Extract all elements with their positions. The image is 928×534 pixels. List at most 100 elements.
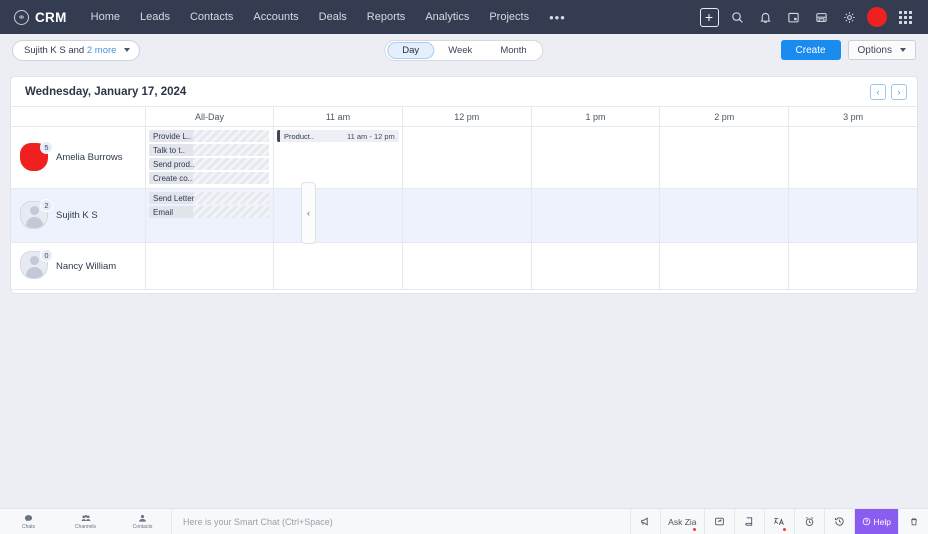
search-button[interactable] (724, 4, 750, 30)
time-slot-1pm[interactable] (530, 243, 660, 289)
all-day-cell[interactable] (145, 243, 273, 289)
smart-chat-input[interactable]: Here is your Smart Chat (Ctrl+Space) (171, 508, 630, 534)
column-header-12pm: 12 pm (401, 107, 531, 126)
notes-button[interactable] (733, 508, 764, 534)
all-day-event[interactable]: Send Letter (149, 192, 269, 204)
all-day-event[interactable]: Provide L.. (149, 130, 269, 142)
view-tab-month[interactable]: Month (486, 42, 540, 59)
save-button[interactable] (808, 4, 834, 30)
previous-day-button[interactable]: ‹ (870, 83, 886, 100)
avatar-wrapper: 5 (20, 140, 53, 173)
time-slot-2pm[interactable] (659, 189, 788, 242)
avatar (867, 7, 887, 27)
time-slot-12pm[interactable] (401, 189, 531, 242)
user-filter-more-link[interactable]: 2 more (87, 45, 117, 56)
all-day-event[interactable]: Email (149, 206, 269, 218)
apps-button[interactable] (892, 4, 918, 30)
nav-item-home[interactable]: Home (81, 0, 130, 34)
view-tab-week[interactable]: Week (434, 42, 486, 59)
time-slot-2pm[interactable] (659, 243, 788, 289)
time-slot-1pm[interactable] (530, 127, 660, 188)
calendar-event[interactable]: Product.. 11 am - 12 pm (277, 130, 399, 142)
alarm-button[interactable] (793, 508, 824, 534)
nav-item-analytics[interactable]: Analytics (415, 0, 479, 34)
share-icon (714, 517, 724, 526)
trash-button[interactable] (898, 508, 928, 534)
brand-logo[interactable]: ⚭ CRM (14, 9, 67, 25)
calendar-toolbar: Sujith K S and 2 more Day Week Month Cre… (0, 34, 928, 66)
help-label: Help (873, 516, 891, 527)
table-row: 2 Sujith K S Send Letter Email (11, 189, 917, 243)
channels-button[interactable]: Channels (57, 509, 114, 534)
time-slot-11am[interactable] (273, 189, 402, 242)
time-slot-3pm[interactable] (788, 189, 917, 242)
time-slot-3pm[interactable] (788, 127, 917, 188)
user-filter-dropdown[interactable]: Sujith K S and 2 more (12, 39, 141, 61)
user-filter-label: Sujith K S and 2 more (24, 44, 117, 56)
all-day-event[interactable]: Create co.. (149, 172, 269, 184)
view-tab-day[interactable]: Day (387, 41, 435, 59)
calendar-button[interactable] (780, 4, 806, 30)
history-button[interactable] (823, 508, 854, 534)
column-header-all-day: All-Day (145, 107, 273, 126)
user-avatar-button[interactable] (864, 4, 890, 30)
nav-item-leads[interactable]: Leads (130, 0, 180, 34)
time-slot-12pm[interactable] (401, 127, 531, 188)
alarm-clock-icon (805, 517, 813, 526)
bottom-tools: Chats Channels Contacts (0, 509, 171, 534)
row-user-cell[interactable]: 5 Amelia Burrows (11, 127, 145, 188)
nav-item-accounts[interactable]: Accounts (243, 0, 308, 34)
options-label: Options (857, 44, 892, 56)
notes-icon (744, 517, 752, 526)
notifications-button[interactable] (752, 4, 778, 30)
chats-label: Chats (21, 523, 36, 530)
save-icon (815, 12, 827, 22)
calendar-date-title: Wednesday, January 17, 2024 (25, 85, 187, 98)
time-slot-2pm[interactable] (659, 127, 788, 188)
add-button[interactable]: + (696, 4, 722, 30)
nav-item-contacts[interactable]: Contacts (180, 0, 243, 34)
nav-item-deals[interactable]: Deals (309, 0, 357, 34)
nav-item-projects[interactable]: Projects (479, 0, 539, 34)
time-slot-12pm[interactable] (401, 243, 531, 289)
help-button[interactable]: Help (853, 508, 898, 534)
search-icon (731, 11, 743, 23)
share-button[interactable] (703, 508, 734, 534)
notification-dot-icon (782, 527, 786, 531)
create-button[interactable]: Create (780, 40, 841, 60)
event-count-badge: 5 (40, 140, 53, 154)
nav-actions: + (696, 4, 918, 30)
time-slot-11am[interactable]: Product.. 11 am - 12 pm (273, 127, 402, 188)
zia-translate-icon (774, 518, 784, 525)
event-time: 11 am - 12 pm (346, 131, 395, 141)
avatar-body-icon (25, 216, 43, 228)
chats-button[interactable]: Chats (0, 509, 57, 534)
nav-overflow-icon[interactable]: ••• (539, 10, 576, 25)
all-day-cell[interactable]: Provide L.. Talk to t.. Send prod.. Crea… (145, 127, 273, 188)
settings-button[interactable] (836, 4, 862, 30)
all-day-cell[interactable]: Send Letter Email (145, 189, 273, 242)
row-user-cell[interactable]: 0 Nancy William (11, 243, 145, 289)
announcement-icon (641, 517, 648, 526)
all-day-event[interactable]: Talk to t.. (149, 144, 269, 156)
ask-zia-label: Ask Zia (668, 516, 697, 527)
zia-translate-button[interactable] (763, 508, 794, 534)
contacts-button[interactable]: Contacts (114, 509, 171, 534)
collapse-panel-handle[interactable]: ‹ (301, 182, 316, 244)
channels-icon (81, 514, 90, 521)
ask-zia-button[interactable]: Ask Zia (660, 508, 703, 534)
nav-item-reports[interactable]: Reports (357, 0, 416, 34)
time-slot-1pm[interactable] (530, 189, 660, 242)
bottom-right-tools: Ask Zia Help (630, 508, 928, 534)
user-column-header (11, 107, 145, 126)
next-day-button[interactable]: › (891, 83, 907, 100)
time-slot-3pm[interactable] (788, 243, 917, 289)
all-day-event[interactable]: Send prod.. (149, 158, 269, 170)
announcement-button[interactable] (630, 508, 660, 534)
time-slot-11am[interactable] (273, 243, 402, 289)
trash-icon (910, 517, 917, 525)
column-header-3pm: 3 pm (788, 107, 917, 126)
options-button[interactable]: Options (847, 40, 916, 60)
row-user-cell[interactable]: 2 Sujith K S (11, 189, 145, 242)
contacts-icon (139, 514, 146, 522)
